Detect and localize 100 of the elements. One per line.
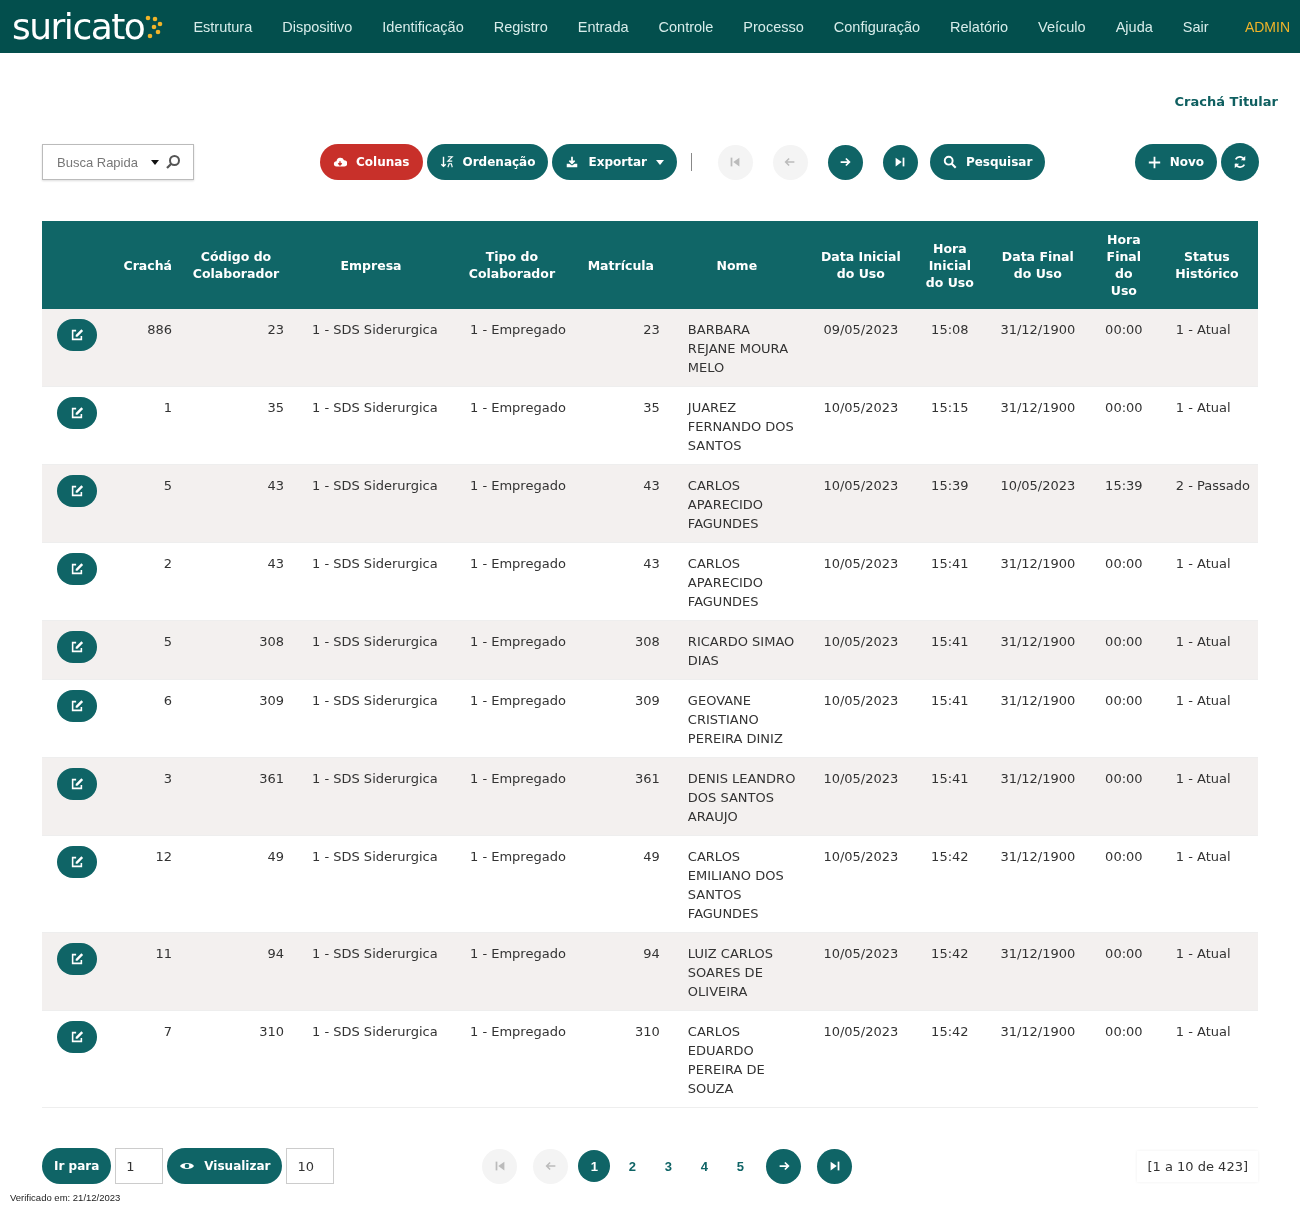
last-page-button[interactable]	[817, 1148, 853, 1184]
verified-date: Verificado em: 21/12/2023	[10, 1192, 122, 1203]
table-cell: 15:42	[915, 1010, 984, 1108]
edit-icon	[70, 855, 84, 869]
menu-item[interactable]: Sair	[1167, 18, 1224, 35]
table-cell: 94	[180, 932, 292, 1011]
edit-button[interactable]	[57, 397, 97, 429]
menu-item[interactable]: Processo	[728, 18, 819, 35]
edit-button[interactable]	[57, 768, 97, 800]
page-title: Crachá Titular	[1174, 94, 1278, 111]
column-header[interactable]: Nome	[667, 221, 806, 309]
caret-icon[interactable]	[151, 159, 159, 165]
edit-button[interactable]	[57, 319, 97, 351]
table-cell: 00:00	[1091, 620, 1156, 680]
table-cell: 10/05/2023	[805, 757, 916, 836]
edit-icon	[70, 1030, 84, 1044]
refresh-button[interactable]	[1221, 143, 1259, 181]
sort-icon	[439, 155, 454, 169]
table-cell: 1 - Atual	[1155, 932, 1258, 1011]
column-header[interactable]: Empresa	[292, 221, 450, 309]
table-cell: 10/05/2023	[805, 464, 916, 543]
table-cell: 00:00	[1091, 309, 1156, 387]
edit-button[interactable]	[57, 631, 97, 663]
next-page-button[interactable]	[766, 1148, 802, 1184]
search-field[interactable]: Busca Rapida	[42, 144, 194, 180]
table-cell: 310	[180, 1010, 292, 1108]
table-cell: LUIZ CARLOS SOARES DE OLIVEIRA	[667, 932, 806, 1011]
page-number[interactable]: 5	[724, 1150, 757, 1182]
menu-item[interactable]: Dispositivo	[267, 18, 368, 35]
table-cell: 1 - Atual	[1155, 757, 1258, 836]
next-page-button[interactable]	[827, 144, 863, 180]
table-cell: 1 - SDS Siderurgica	[292, 464, 450, 543]
user-name[interactable]: ADMIN	[1244, 18, 1290, 35]
table-cell: 10/05/2023	[805, 679, 916, 758]
table-cell: 1 - SDS Siderurgica	[292, 542, 450, 621]
table-cell: 35	[180, 386, 292, 465]
search-button[interactable]: Pesquisar	[929, 144, 1046, 180]
column-header[interactable]: Hora Final do Uso	[1091, 221, 1156, 309]
table-cell: 23	[573, 309, 668, 387]
table-cell: 309	[180, 679, 292, 758]
table-cell: 1 - Atual	[1155, 1010, 1258, 1108]
table-cell: 15:42	[915, 835, 984, 933]
table-cell: 10/05/2023	[983, 464, 1092, 543]
table-cell: 2 - Passado	[1155, 464, 1258, 543]
edit-button[interactable]	[57, 1021, 97, 1053]
table-cell: 15:41	[915, 620, 984, 680]
table-cell: 15:15	[915, 386, 984, 465]
page-number[interactable]: 2	[616, 1150, 649, 1182]
menu-item[interactable]: Relatório	[935, 18, 1024, 35]
column-header[interactable]: Hora Inicial do Uso	[915, 221, 984, 309]
arrow-right-icon	[838, 155, 853, 169]
export-button[interactable]: Exportar	[552, 144, 677, 180]
table-cell: CARLOS EMILIANO DOS SANTOS FAGUNDES	[667, 835, 806, 933]
table-cell: 3	[112, 757, 180, 836]
edit-button[interactable]	[57, 846, 97, 878]
column-header[interactable]: Código do Colaborador	[180, 221, 292, 309]
edit-button[interactable]	[57, 690, 97, 722]
edit-button[interactable]	[57, 943, 97, 975]
page-number-field[interactable]: 1	[115, 1148, 164, 1184]
table-cell: JUAREZ FERNANDO DOS SANTOS	[667, 386, 806, 465]
menu-item[interactable]: Controle	[643, 18, 729, 35]
table-cell: 43	[180, 464, 292, 543]
last-page-button[interactable]	[882, 144, 918, 180]
table-cell: 1 - Atual	[1155, 835, 1258, 933]
column-header[interactable]: Status Histórico	[1155, 221, 1258, 309]
plus-icon	[1147, 155, 1161, 169]
page-number[interactable]: 1	[578, 1150, 611, 1182]
column-header[interactable]: Data Final do Uso	[983, 221, 1092, 309]
column-header[interactable]: Crachá	[112, 221, 180, 309]
edit-icon	[70, 699, 84, 713]
edit-button[interactable]	[57, 475, 97, 507]
column-header[interactable]: Data Inicial do Uso	[805, 221, 916, 309]
page-number[interactable]: 3	[652, 1150, 685, 1182]
menu-item[interactable]: Registro	[478, 18, 563, 35]
table-cell: 00:00	[1091, 679, 1156, 758]
sort-button[interactable]: Ordenação	[426, 144, 549, 180]
columns-button[interactable]: Colunas	[320, 144, 423, 180]
column-header[interactable]: Matrícula	[573, 221, 668, 309]
page-size-field[interactable]: 10	[286, 1148, 335, 1184]
table-cell: 31/12/1900	[983, 309, 1092, 387]
table-cell: 15:41	[915, 679, 984, 758]
search-icon[interactable]	[165, 154, 181, 170]
column-header[interactable]: Tipo do Colaborador	[450, 221, 574, 309]
menu-item[interactable]: Veículo	[1023, 18, 1101, 35]
table-cell: 1 - Empregado	[450, 679, 574, 758]
menu-item[interactable]: Entrada	[562, 18, 644, 35]
page-number[interactable]: 4	[688, 1150, 721, 1182]
menu-item[interactable]: Estrutura	[178, 18, 268, 35]
table-cell: 1 - SDS Siderurgica	[292, 620, 450, 680]
go-to-button[interactable]: Ir para	[42, 1148, 112, 1184]
table-cell: 5	[112, 464, 180, 543]
menu-item[interactable]: Ajuda	[1100, 18, 1168, 35]
search-icon	[942, 155, 957, 169]
menu-item[interactable]: Identificação	[367, 18, 479, 35]
table-cell: 15:41	[915, 542, 984, 621]
table-cell: 1 - Empregado	[450, 835, 574, 933]
edit-button[interactable]	[57, 553, 97, 585]
menu-item[interactable]: Configuração	[818, 18, 936, 35]
new-button[interactable]: Novo	[1134, 144, 1217, 180]
view-button[interactable]: Visualizar	[167, 1148, 283, 1184]
